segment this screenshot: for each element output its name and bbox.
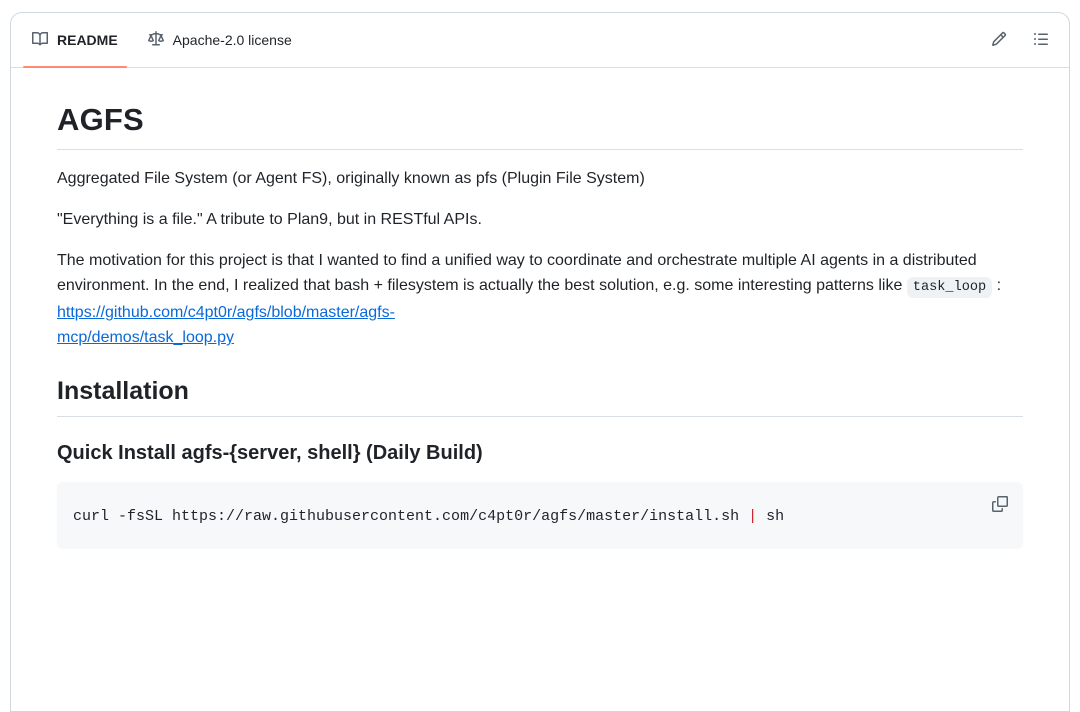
task-loop-link-line2: mcp/demos/task_loop.py: [57, 329, 234, 346]
outline-button[interactable]: [1025, 24, 1057, 56]
install-command: curl -fsSL https://raw.githubusercontent…: [73, 508, 784, 525]
copy-icon: [992, 496, 1008, 515]
task-loop-link-line1: https://github.com/c4pt0r/agfs/blob/mast…: [57, 304, 395, 321]
law-icon: [148, 31, 164, 50]
tab-license[interactable]: Apache-2.0 license: [133, 13, 307, 67]
install-code-block: curl -fsSL https://raw.githubusercontent…: [57, 482, 1023, 549]
copy-button[interactable]: [985, 490, 1015, 520]
install-command-pipe: |: [748, 508, 757, 525]
readme-card: README Apache-2.0 license AGFS Agg: [10, 12, 1070, 712]
inline-code-task-loop: task_loop: [907, 277, 992, 298]
list-unordered-icon: [1033, 31, 1049, 50]
edit-readme-button[interactable]: [983, 24, 1015, 56]
motivation-separator: :: [992, 277, 1001, 294]
active-tab-underline: [23, 66, 127, 68]
install-command-cmd: curl -fsSL https://raw.githubusercontent…: [73, 508, 748, 525]
paragraph-tribute: "Everything is a file." A tribute to Pla…: [57, 207, 1023, 232]
tab-license-label: Apache-2.0 license: [173, 33, 292, 47]
pencil-icon: [991, 31, 1007, 50]
book-icon: [32, 31, 48, 50]
readme-content: AGFS Aggregated File System (or Agent FS…: [11, 68, 1069, 581]
paragraph-description: Aggregated File System (or Agent FS), or…: [57, 166, 1023, 191]
quick-install-heading: Quick Install agfs-{server, shell} (Dail…: [57, 441, 1023, 466]
task-loop-link[interactable]: https://github.com/c4pt0r/agfs/blob/mast…: [57, 304, 395, 346]
readme-title: AGFS: [57, 100, 1023, 150]
install-command-tail: sh: [757, 508, 784, 525]
tab-readme-label: README: [57, 33, 118, 47]
readme-tab-bar: README Apache-2.0 license: [11, 13, 1069, 68]
installation-heading: Installation: [57, 376, 1023, 417]
paragraph-motivation: The motivation for this project is that …: [57, 248, 1023, 350]
motivation-text: The motivation for this project is that …: [57, 252, 977, 294]
readme-header-actions: [983, 13, 1057, 67]
tab-readme[interactable]: README: [17, 13, 133, 67]
